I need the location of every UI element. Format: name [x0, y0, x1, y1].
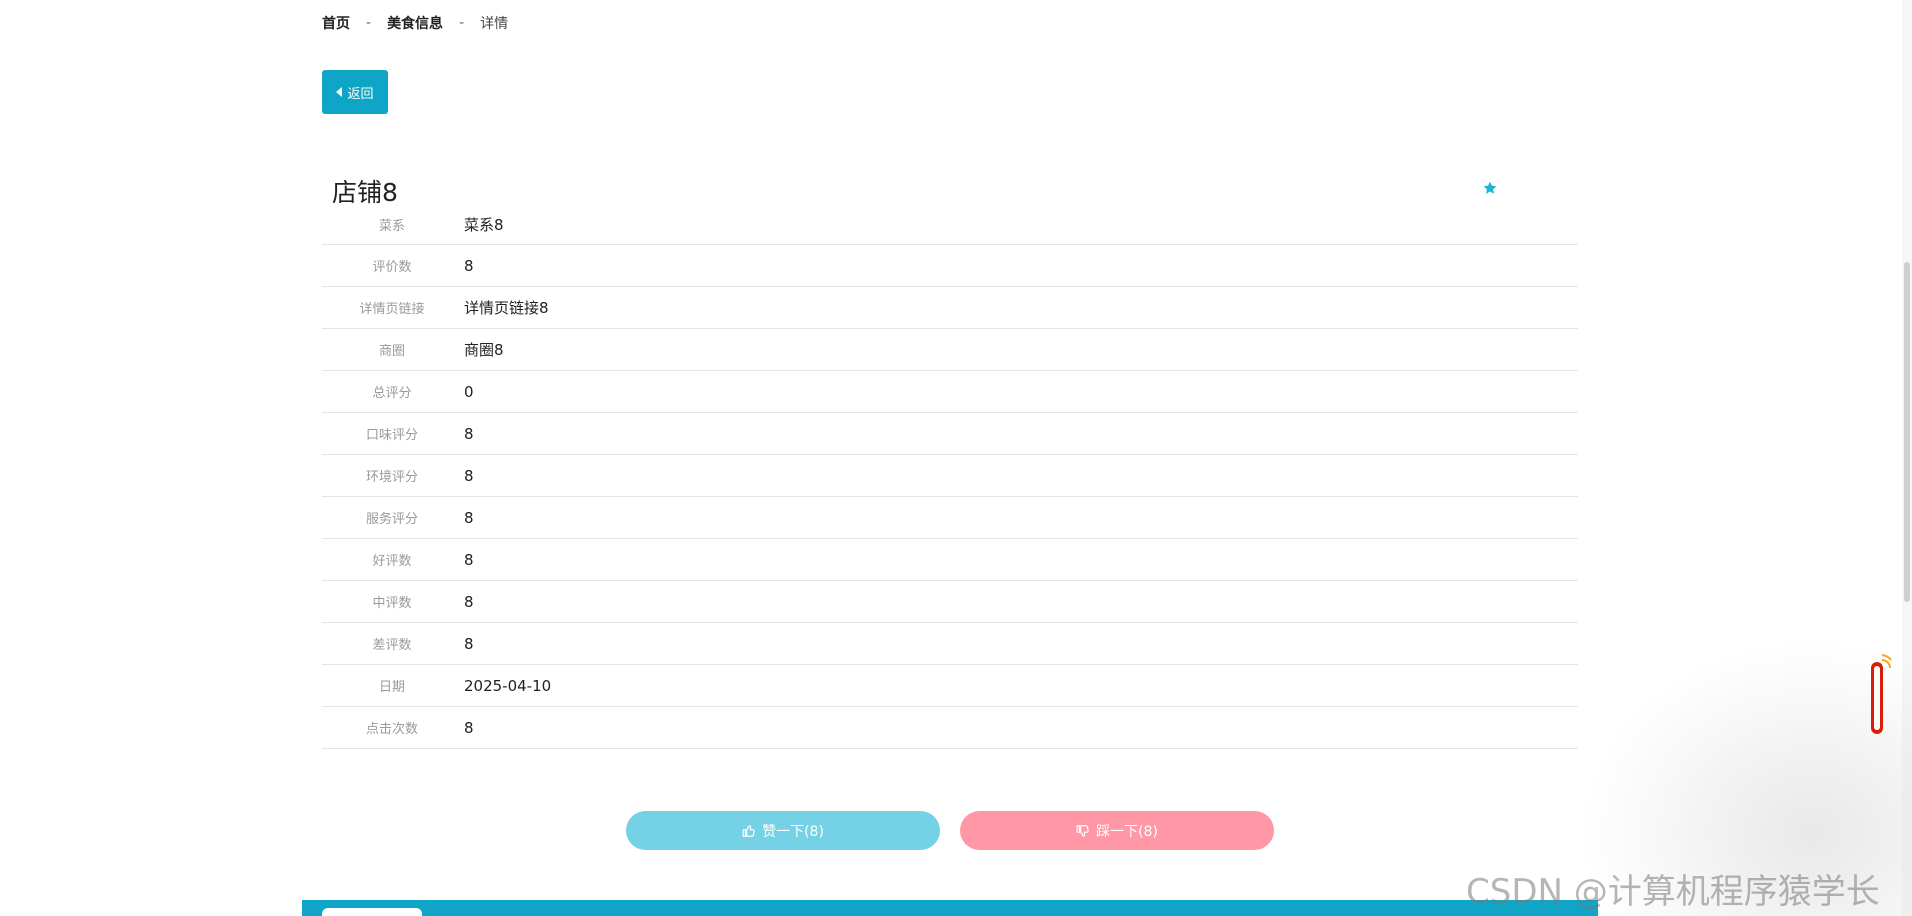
detail-row: 总评分 0 [322, 371, 1578, 413]
detail-row: 中评数 8 [322, 581, 1578, 623]
floating-widget-icon[interactable] [1862, 652, 1892, 742]
detail-label: 差评数 [372, 638, 412, 653]
detail-label: 详情页链接 [359, 302, 425, 317]
detail-value: 8 [464, 592, 474, 611]
detail-label: 商圈 [378, 344, 405, 359]
detail-page: 首页 - 美食信息 - 详情 返回 店铺8 菜系 菜系8 评价数 8 详情页链接… [0, 0, 1912, 916]
detail-label: 总评分 [372, 386, 412, 401]
detail-row: 菜系 菜系8 [322, 204, 1578, 245]
breadcrumb-current: 详情 [480, 16, 509, 32]
detail-row: 服务评分 8 [322, 497, 1578, 539]
breadcrumb-separator: - [459, 15, 465, 31]
breadcrumb-home[interactable]: 首页 [322, 13, 350, 33]
breadcrumb-separator: - [366, 15, 372, 31]
detail-value: 8 [464, 424, 474, 443]
detail-label: 日期 [378, 680, 405, 695]
breadcrumb-section[interactable]: 美食信息 [387, 13, 443, 33]
thumbs-up-icon [742, 824, 755, 837]
detail-table: 菜系 菜系8 评价数 8 详情页链接 详情页链接8 商圈 商圈8 总评分 0 口… [322, 204, 1578, 749]
thumbs-down-icon [1076, 824, 1089, 837]
detail-value: 8 [464, 718, 474, 737]
detail-value: 菜系8 [464, 215, 504, 234]
detail-value: 0 [464, 382, 474, 401]
star-icon[interactable] [1482, 180, 1498, 196]
detail-row: 口味评分 8 [322, 413, 1578, 455]
back-button[interactable]: 返回 [322, 70, 388, 114]
detail-label: 点击次数 [365, 722, 418, 737]
detail-value: 2025-04-10 [464, 676, 552, 695]
detail-row: 点击次数 8 [322, 707, 1578, 749]
dislike-button-label: 踩一下(8) [1096, 823, 1158, 840]
detail-label: 口味评分 [365, 428, 418, 443]
detail-row: 环境评分 8 [322, 455, 1578, 497]
detail-label: 服务评分 [365, 512, 418, 527]
detail-label: 评价数 [372, 260, 412, 275]
detail-value: 8 [464, 634, 474, 653]
scrollbar-thumb[interactable] [1904, 262, 1910, 602]
breadcrumb: 首页 - 美食信息 - 详情 [322, 13, 508, 33]
detail-row: 评价数 8 [322, 245, 1578, 287]
detail-row: 好评数 8 [322, 539, 1578, 581]
detail-row: 差评数 8 [322, 623, 1578, 665]
footer-bar [302, 900, 1598, 916]
detail-value: 8 [464, 508, 474, 527]
like-button[interactable]: 赞一下(8) [626, 811, 940, 850]
detail-row: 详情页链接 详情页链接8 [322, 287, 1578, 329]
detail-value: 8 [464, 550, 474, 569]
dislike-button[interactable]: 踩一下(8) [960, 811, 1274, 850]
footer-tab[interactable] [322, 908, 422, 916]
detail-label: 中评数 [372, 596, 412, 611]
detail-row: 日期 2025-04-10 [322, 665, 1578, 707]
detail-label: 环境评分 [365, 470, 418, 485]
caret-left-icon [336, 87, 343, 97]
like-button-label: 赞一下(8) [762, 823, 824, 840]
detail-value: 详情页链接8 [464, 299, 549, 317]
detail-row: 商圈 商圈8 [322, 329, 1578, 371]
detail-label: 好评数 [372, 554, 412, 569]
detail-value: 8 [464, 466, 474, 485]
detail-value: 8 [464, 256, 474, 275]
watermark: CSDN @计算机程序猿学长 [1466, 872, 1880, 912]
back-button-label: 返回 [347, 86, 374, 102]
detail-label: 菜系 [378, 218, 405, 234]
detail-value: 商圈8 [464, 341, 504, 359]
